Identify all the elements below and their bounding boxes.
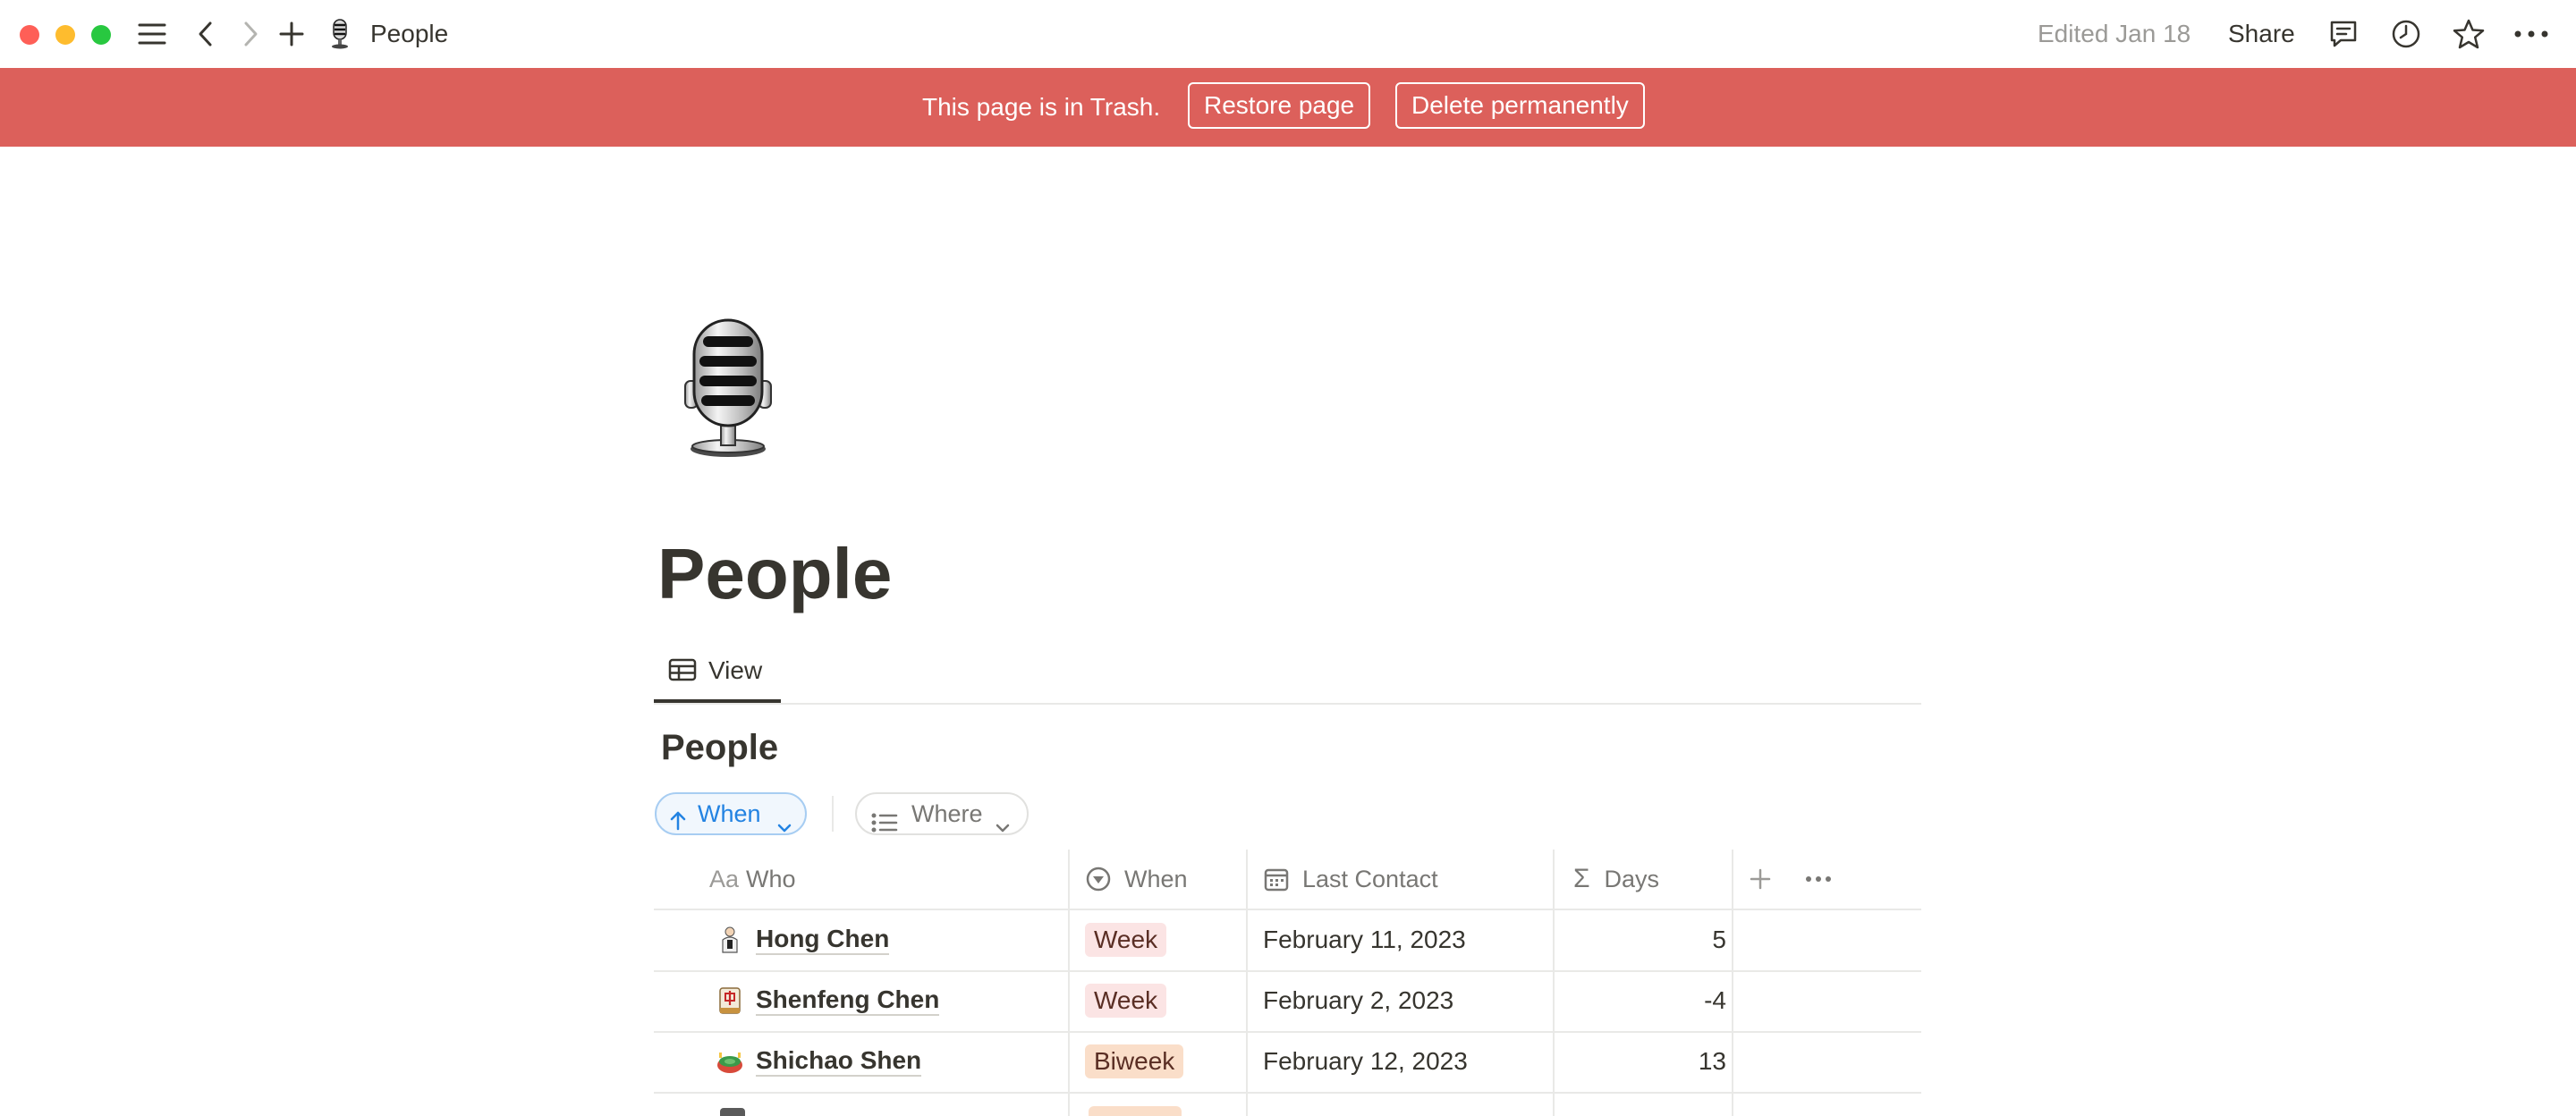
table-row[interactable]: Hong Chen Week February 11, 2023 5 [654,909,1921,972]
days-cell: -4 [1704,986,1726,1014]
when-tag [1089,1106,1182,1116]
new-page-plus-icon[interactable] [275,16,308,52]
when-cell[interactable]: Biweek [1085,1031,1184,1092]
tab-view-label: View [708,656,763,684]
last-contact-cell[interactable]: February 2, 2023 [1263,970,1453,1031]
minimize-window-button[interactable] [55,25,75,45]
when-tag: Biweek [1085,1044,1184,1078]
person-name[interactable]: Shichao Shen [756,1046,922,1077]
back-arrow-icon[interactable] [190,16,222,52]
delete-permanently-button[interactable]: Delete permanently [1395,82,1645,129]
table-row[interactable]: Shenfeng Chen Week February 2, 2023 -4 [654,970,1921,1033]
table-icon [668,658,697,686]
chevron-down-icon [995,807,1011,846]
column-header-days[interactable]: Σ Days [1573,850,1659,909]
sort-when-chip[interactable]: When [655,792,807,835]
edited-timestamp: Edited Jan 18 [2038,20,2191,47]
more-options-icon[interactable] [2512,16,2551,52]
who-cell[interactable]: Hong Chen [715,909,890,970]
column-header-who[interactable]: Aa Who [709,850,796,909]
last-contact-cell[interactable]: February 11, 2023 [1263,909,1466,970]
when-tag: Week [1085,923,1167,957]
share-button[interactable]: Share [2228,16,2295,52]
sidebar-menu-icon[interactable] [134,16,170,52]
last-contact-cell[interactable]: February 12, 2023 [1263,1031,1468,1092]
when-cell[interactable]: Week [1085,909,1167,970]
who-cell[interactable]: Shichao Shen [715,1031,922,1092]
column-label-last-contact: Last Contact [1302,865,1438,892]
when-tag: Week [1085,984,1167,1018]
who-cell[interactable]: Shenfeng Chen [715,970,940,1031]
select-type-icon [1085,866,1112,892]
text-type-icon: Aa [709,865,740,892]
comments-icon[interactable] [2326,16,2361,52]
tab-view[interactable]: View [654,640,781,703]
forward-arrow-icon[interactable] [234,16,267,52]
formula-sigma-icon: Σ [1573,864,1590,893]
days-cell: 13 [1698,1047,1726,1075]
person-emoji-icon [715,925,745,955]
table-row[interactable]: Shichao Shen Biweek February 12, 2023 13 [654,1031,1921,1094]
table-row[interactable] [654,1092,1921,1116]
mahjong-tile-emoji-icon [715,985,745,1016]
person-name[interactable]: Hong Chen [756,925,890,955]
list-icon [871,805,898,844]
microphone-page-icon [326,16,354,52]
arrow-up-icon [669,804,687,843]
trash-message: This page is in Trash. [922,93,1161,121]
chip-divider [832,796,834,832]
title-bar: People Edited Jan 18 Share [0,0,2576,69]
column-header-when[interactable]: When [1085,850,1188,909]
zoom-window-button[interactable] [91,25,111,45]
sort-when-label: When [698,800,761,827]
breadcrumb-page-name[interactable]: People [370,16,448,52]
group-where-chip[interactable]: Where [855,792,1029,835]
restore-page-button[interactable]: Restore page [1188,82,1371,129]
close-window-button[interactable] [20,25,39,45]
person-name[interactable]: Shenfeng Chen [756,985,940,1016]
history-clock-icon[interactable] [2388,16,2424,52]
trash-banner: This page is in Trash. Restore page Dele… [0,68,2576,147]
column-more-options-icon[interactable] [1805,850,1832,909]
column-label-who: Who [746,865,796,892]
add-column-plus-icon[interactable] [1749,850,1772,909]
row-emoji-icon [720,1108,745,1116]
favorite-star-icon[interactable] [2451,16,2487,52]
column-label-when: When [1124,865,1188,892]
column-header-last-contact[interactable]: Last Contact [1263,850,1438,909]
chevron-down-icon [776,807,792,846]
group-where-label: Where [911,800,983,827]
when-cell[interactable]: Week [1085,970,1167,1031]
page-title[interactable]: People [657,531,892,617]
microphone-page-icon[interactable] [676,317,780,460]
days-cell: 5 [1712,926,1726,953]
calendar-icon [1263,866,1290,892]
database-title[interactable]: People [661,721,778,774]
view-tab-bar: View [654,640,1921,705]
stadium-emoji-icon [715,1046,745,1077]
column-label-days: Days [1604,865,1660,892]
